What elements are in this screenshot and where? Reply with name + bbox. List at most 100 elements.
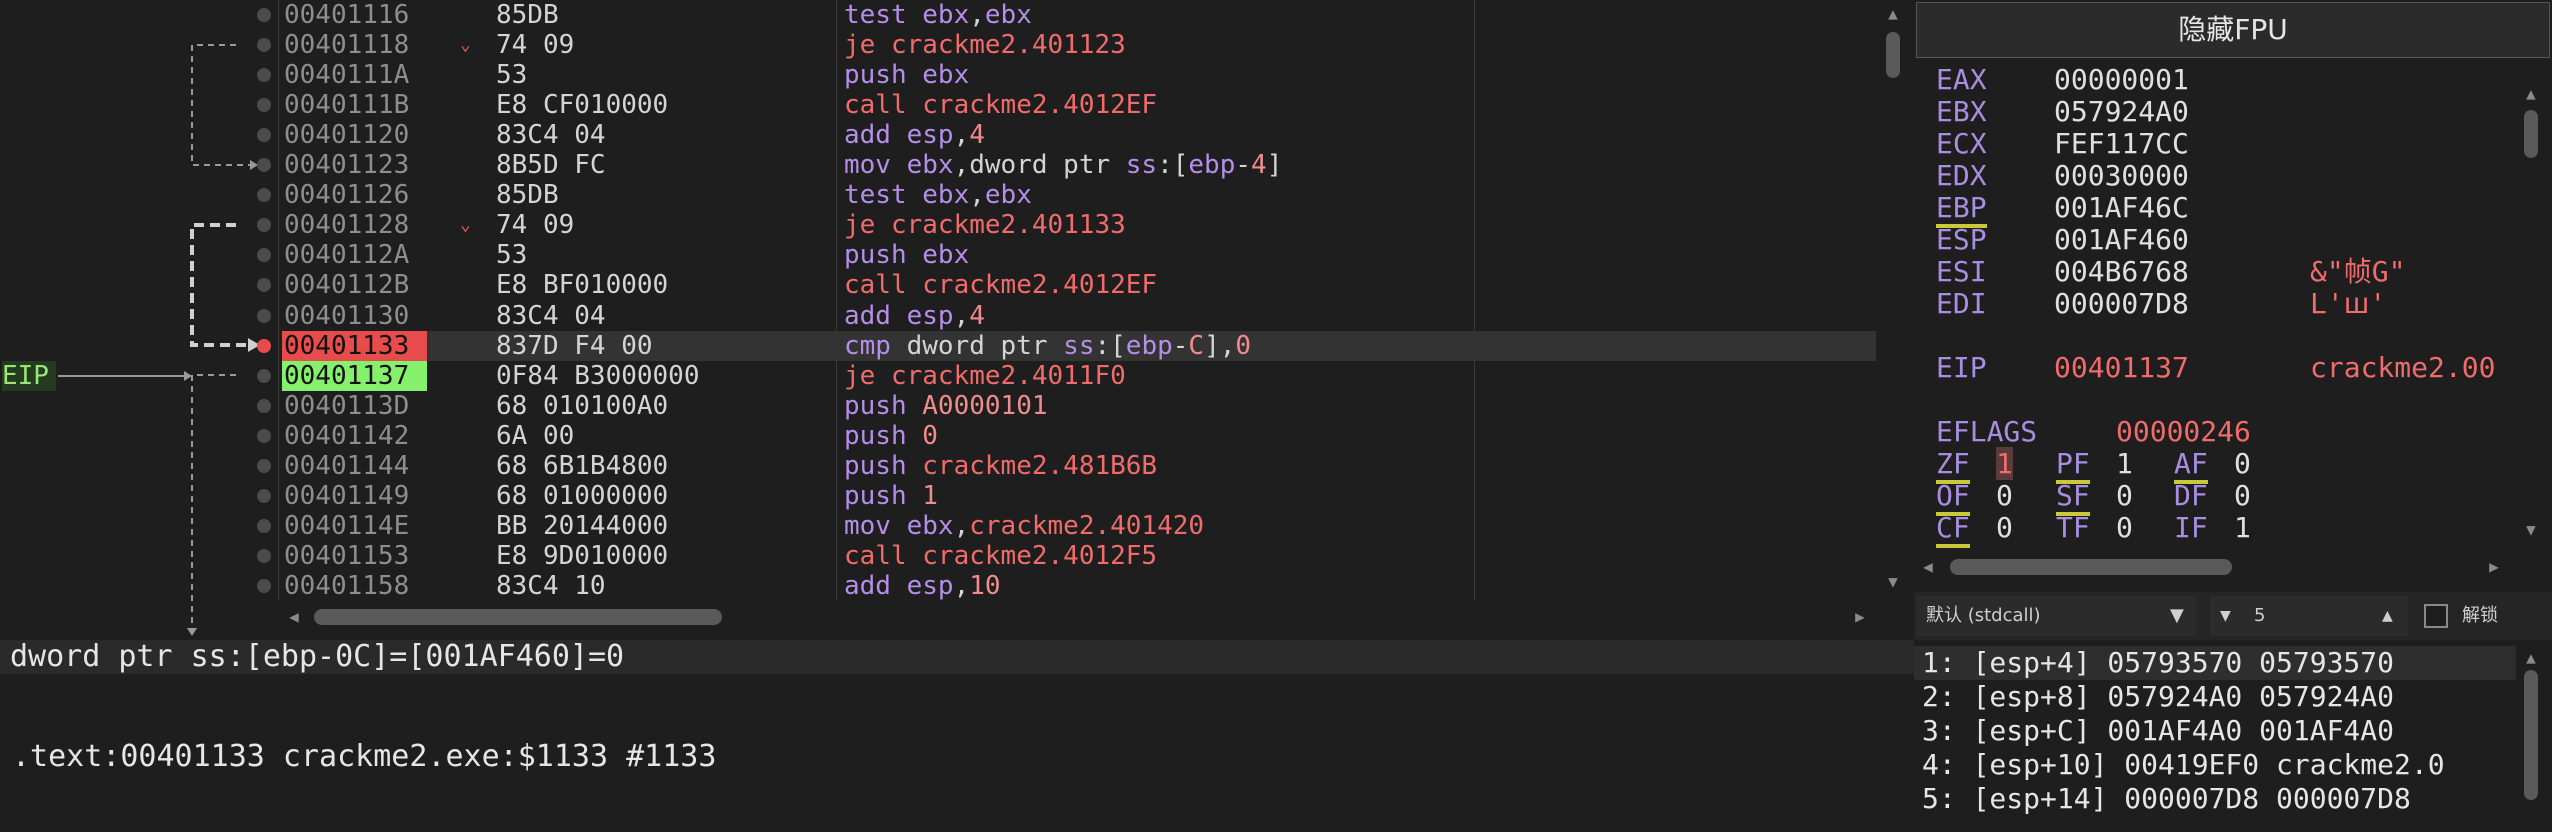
register-value[interactable]: 00000001 <box>2054 63 2189 96</box>
breakpoint-dot[interactable] <box>257 398 271 413</box>
chevron-up-icon[interactable]: ▲ <box>2382 596 2393 636</box>
register-value[interactable]: 001AF46C <box>2054 191 2189 224</box>
instruction-row[interactable]: 0040112B E8 BF010000 call crackme2.4012EF <box>282 270 1876 300</box>
flag-name[interactable]: IF <box>2174 511 2208 544</box>
instruction-row[interactable]: 0040112A 53 push ebx <box>282 240 1876 270</box>
flag-name[interactable]: CF <box>1936 511 1970 548</box>
instruction-row[interactable]: 00401133 837D F4 00 cmp dword ptr ss:[ebp-… <box>282 330 1876 361</box>
flag-value[interactable]: 0 <box>2116 511 2133 544</box>
breakpoint-dot[interactable] <box>257 308 271 323</box>
instruction-row[interactable]: 00401120 83C4 04 add esp,4 <box>282 120 1876 150</box>
register-value[interactable]: FEF117CC <box>2054 127 2189 160</box>
scroll-up-icon[interactable]: ▲ <box>2518 86 2544 102</box>
instruction-row[interactable]: 00401137 0F84 B3000000 je crackme2.4011F0 <box>282 360 1876 391</box>
instruction-row[interactable]: 00401128 ⌄ 74 09 je crackme2.401133 <box>282 210 1876 240</box>
stack-arg-row[interactable]: 4: [esp+10] 00419EF0 crackme2.0 <box>1922 748 2445 782</box>
scroll-up-icon[interactable]: ▲ <box>1880 6 1906 22</box>
scroll-left-icon[interactable]: ◀ <box>1920 559 1936 575</box>
scroll-down-icon[interactable]: ▼ <box>1880 574 1906 590</box>
scroll-right-icon[interactable]: ▶ <box>2486 559 2502 575</box>
hide-fpu-button[interactable]: 隐藏FPU <box>1916 2 2550 58</box>
calling-convention-select[interactable]: 默认 (stdcall) ▼ <box>1916 596 2196 636</box>
register-name[interactable]: ESI <box>1936 255 1987 288</box>
breakpoint-dot[interactable] <box>257 518 271 533</box>
register-name[interactable]: EDX <box>1936 159 1987 192</box>
breakpoint-dot[interactable] <box>257 548 271 563</box>
breakpoint-dot[interactable] <box>257 368 271 383</box>
instruction-row[interactable]: 0040111B E8 CF010000 call crackme2.4012EF <box>282 90 1876 120</box>
stack-vertical-scrollbar[interactable]: ▲ <box>2518 648 2544 832</box>
disasm-horizontal-scrollbar[interactable]: ◀ ▶ <box>282 604 1878 630</box>
breakpoint-dot[interactable] <box>257 38 271 53</box>
scroll-thumb[interactable] <box>2524 670 2538 800</box>
instruction-row[interactable]: 00401130 83C4 04 add esp,4 <box>282 301 1876 331</box>
scroll-up-icon[interactable]: ▲ <box>2518 650 2544 666</box>
register-name[interactable]: EDI <box>1936 287 1987 320</box>
breakpoint-dot[interactable] <box>257 338 271 353</box>
scroll-right-icon[interactable]: ▶ <box>1852 609 1868 625</box>
flag-value[interactable]: 0 <box>1996 479 2013 512</box>
unlock-checkbox[interactable] <box>2424 604 2448 628</box>
register-name[interactable]: EAX <box>1936 63 1987 96</box>
instruction-row[interactable]: 00401153 E8 9D010000 call crackme2.4012F5 <box>282 541 1876 571</box>
breakpoint-dot[interactable] <box>257 578 271 593</box>
flag-value[interactable]: 0 <box>1996 511 2013 544</box>
registers-vertical-scrollbar[interactable]: ▲ ▼ <box>2518 82 2544 542</box>
register-comment[interactable]: L'ꟺ' <box>2310 287 2386 320</box>
register-value[interactable]: 004B6768 <box>2054 255 2189 288</box>
register-comment[interactable]: &"帧G" <box>2310 255 2405 288</box>
stack-arg-row[interactable]: 3: [esp+C] 001AF4A0 001AF4A0 <box>1922 714 2394 748</box>
register-name[interactable]: EIP <box>1936 351 1987 384</box>
instruction-row[interactable]: 00401158 83C4 10 add esp,10 <box>282 571 1876 601</box>
chevron-down-icon[interactable]: ⌄ <box>460 30 471 60</box>
instruction-row[interactable]: 0040113D 68 010100A0 push A0000101 <box>282 391 1876 421</box>
flag-value[interactable]: 1 <box>2234 511 2251 544</box>
scroll-thumb[interactable] <box>2524 110 2538 158</box>
disassembly-view[interactable]: EIP 00401116 85DB test ebx,ebx 00401118 ⌄ 74 … <box>0 0 1912 636</box>
instruction-row[interactable]: 00401116 85DB test ebx,ebx <box>282 0 1876 30</box>
instruction-row[interactable]: 0040114E BB 20144000 mov ebx,crackme2.4014… <box>282 511 1876 541</box>
flag-name[interactable]: TF <box>2056 511 2090 544</box>
breakpoint-dot[interactable] <box>257 428 271 443</box>
breakpoint-dot[interactable] <box>257 8 271 22</box>
scroll-left-icon[interactable]: ◀ <box>286 609 302 625</box>
eflags-value[interactable]: 00000246 <box>2116 415 2251 448</box>
instruction-row[interactable]: 00401149 68 01000000 push 1 <box>282 481 1876 511</box>
stack-arg-row[interactable]: 1: [esp+4] 05793570 05793570 <box>1914 646 2516 680</box>
scroll-thumb[interactable] <box>1886 32 1900 78</box>
instruction-row[interactable]: 00401144 68 6B1B4800 push crackme2.481B6B <box>282 451 1876 481</box>
instruction-row[interactable]: 00401126 85DB test ebx,ebx <box>282 180 1876 210</box>
instruction-row[interactable]: 00401142 6A 00 push 0 <box>282 421 1876 451</box>
instruction-row[interactable]: 00401123 8B5D FC mov ebx,dword ptr ss:[ebp… <box>282 150 1876 180</box>
scroll-thumb[interactable] <box>314 609 722 625</box>
register-name[interactable]: EBX <box>1936 95 1987 128</box>
register-name[interactable]: ESP <box>1936 223 1987 256</box>
breakpoint-dot[interactable] <box>257 458 271 473</box>
disasm-vertical-scrollbar[interactable]: ▲ ▼ <box>1880 0 1906 600</box>
instruction-row[interactable]: 0040111A 53 push ebx <box>282 60 1876 90</box>
flag-value[interactable]: 1 <box>2116 447 2133 480</box>
register-comment[interactable]: crackme2.00 <box>2310 351 2495 384</box>
flag-value[interactable]: 1 <box>1996 447 2013 480</box>
scroll-thumb[interactable] <box>1950 559 2232 575</box>
register-value[interactable]: 057924A0 <box>2054 95 2189 128</box>
register-value[interactable]: 001AF460 <box>2054 223 2189 256</box>
register-name[interactable]: ECX <box>1936 127 1987 160</box>
eflags-name[interactable]: EFLAGS <box>1936 415 2037 448</box>
flag-value[interactable]: 0 <box>2234 479 2251 512</box>
register-value[interactable]: 00030000 <box>2054 159 2189 192</box>
registers-horizontal-scrollbar[interactable]: ◀ ▶ <box>1914 554 2518 580</box>
eip-value[interactable]: 00401137 <box>2054 351 2189 384</box>
flag-name[interactable]: DF <box>2174 479 2208 512</box>
chevron-down-icon[interactable]: ⌄ <box>460 210 471 240</box>
stack-arg-row[interactable]: 2: [esp+8] 057924A0 057924A0 <box>1922 680 2394 714</box>
chevron-down-icon[interactable]: ▼ <box>2220 596 2231 636</box>
breakpoint-dot[interactable] <box>257 488 271 503</box>
scroll-down-icon[interactable]: ▼ <box>2518 522 2544 538</box>
instruction-row[interactable]: 00401118 ⌄ 74 09 je crackme2.401123 <box>282 30 1876 60</box>
register-value[interactable]: 000007D8 <box>2054 287 2189 320</box>
arg-count-spinner[interactable]: ▼ 5 ▲ <box>2210 596 2408 636</box>
flag-value[interactable]: 0 <box>2116 479 2133 512</box>
breakpoint-dot[interactable] <box>257 68 271 83</box>
stack-arg-row[interactable]: 5: [esp+14] 000007D8 000007D8 <box>1922 782 2411 816</box>
